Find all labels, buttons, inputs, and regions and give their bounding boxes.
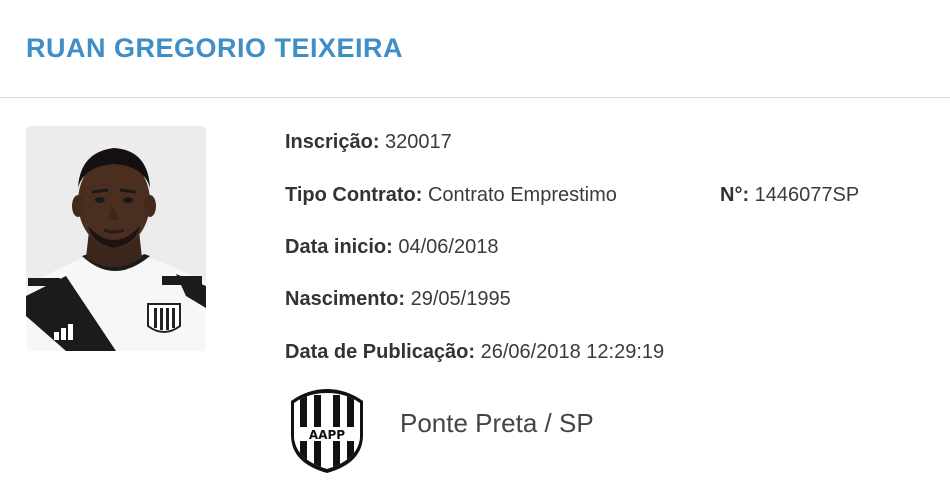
nascimento-label: Nascimento:: [285, 288, 406, 310]
player-photo: [26, 126, 206, 351]
svg-text:AAPP: AAPP: [309, 428, 345, 442]
inscricao-label: Inscrição:: [285, 131, 380, 153]
club-crest-icon: AAPP: [288, 385, 366, 473]
data-inicio-value: 04/06/2018: [398, 236, 499, 258]
club-name: Ponte Preta / SP: [400, 408, 594, 438]
tipo-contrato-value: Contrato Emprestimo: [427, 184, 617, 206]
nascimento-row: Nascimento: 29/05/1995: [285, 285, 511, 313]
data-inicio-label: Data inicio:: [285, 236, 393, 258]
numero-contrato: N°: 1446077SP: [720, 181, 859, 209]
player-name: RUAN GREGORIO TEIXEIRA: [26, 33, 404, 63]
tipo-contrato-row: Tipo Contrato: Contrato Emprestimo: [285, 181, 617, 209]
inscricao-row: Inscrição: 320017: [285, 128, 452, 156]
data-publicacao-label: Data de Publicação:: [285, 341, 476, 363]
data-inicio-row: Data inicio: 04/06/2018: [285, 233, 498, 261]
nascimento-value: 29/05/1995: [410, 288, 511, 310]
player-registration-card: RUAN GREGORIO TEIXEIRA Inscrição: 320017…: [0, 0, 950, 485]
player-photo-image: [26, 126, 206, 351]
tipo-contrato-label: Tipo Contrato:: [285, 184, 423, 206]
numero-label: N°:: [720, 184, 750, 206]
numero-value: 1446077SP: [754, 184, 860, 206]
inscricao-value: 320017: [385, 131, 452, 153]
data-publicacao-value: 26/06/2018 12:29:19: [480, 341, 665, 363]
data-publicacao-row: Data de Publicação: 26/06/2018 12:29:19: [285, 338, 664, 366]
header: RUAN GREGORIO TEIXEIRA: [0, 0, 950, 98]
